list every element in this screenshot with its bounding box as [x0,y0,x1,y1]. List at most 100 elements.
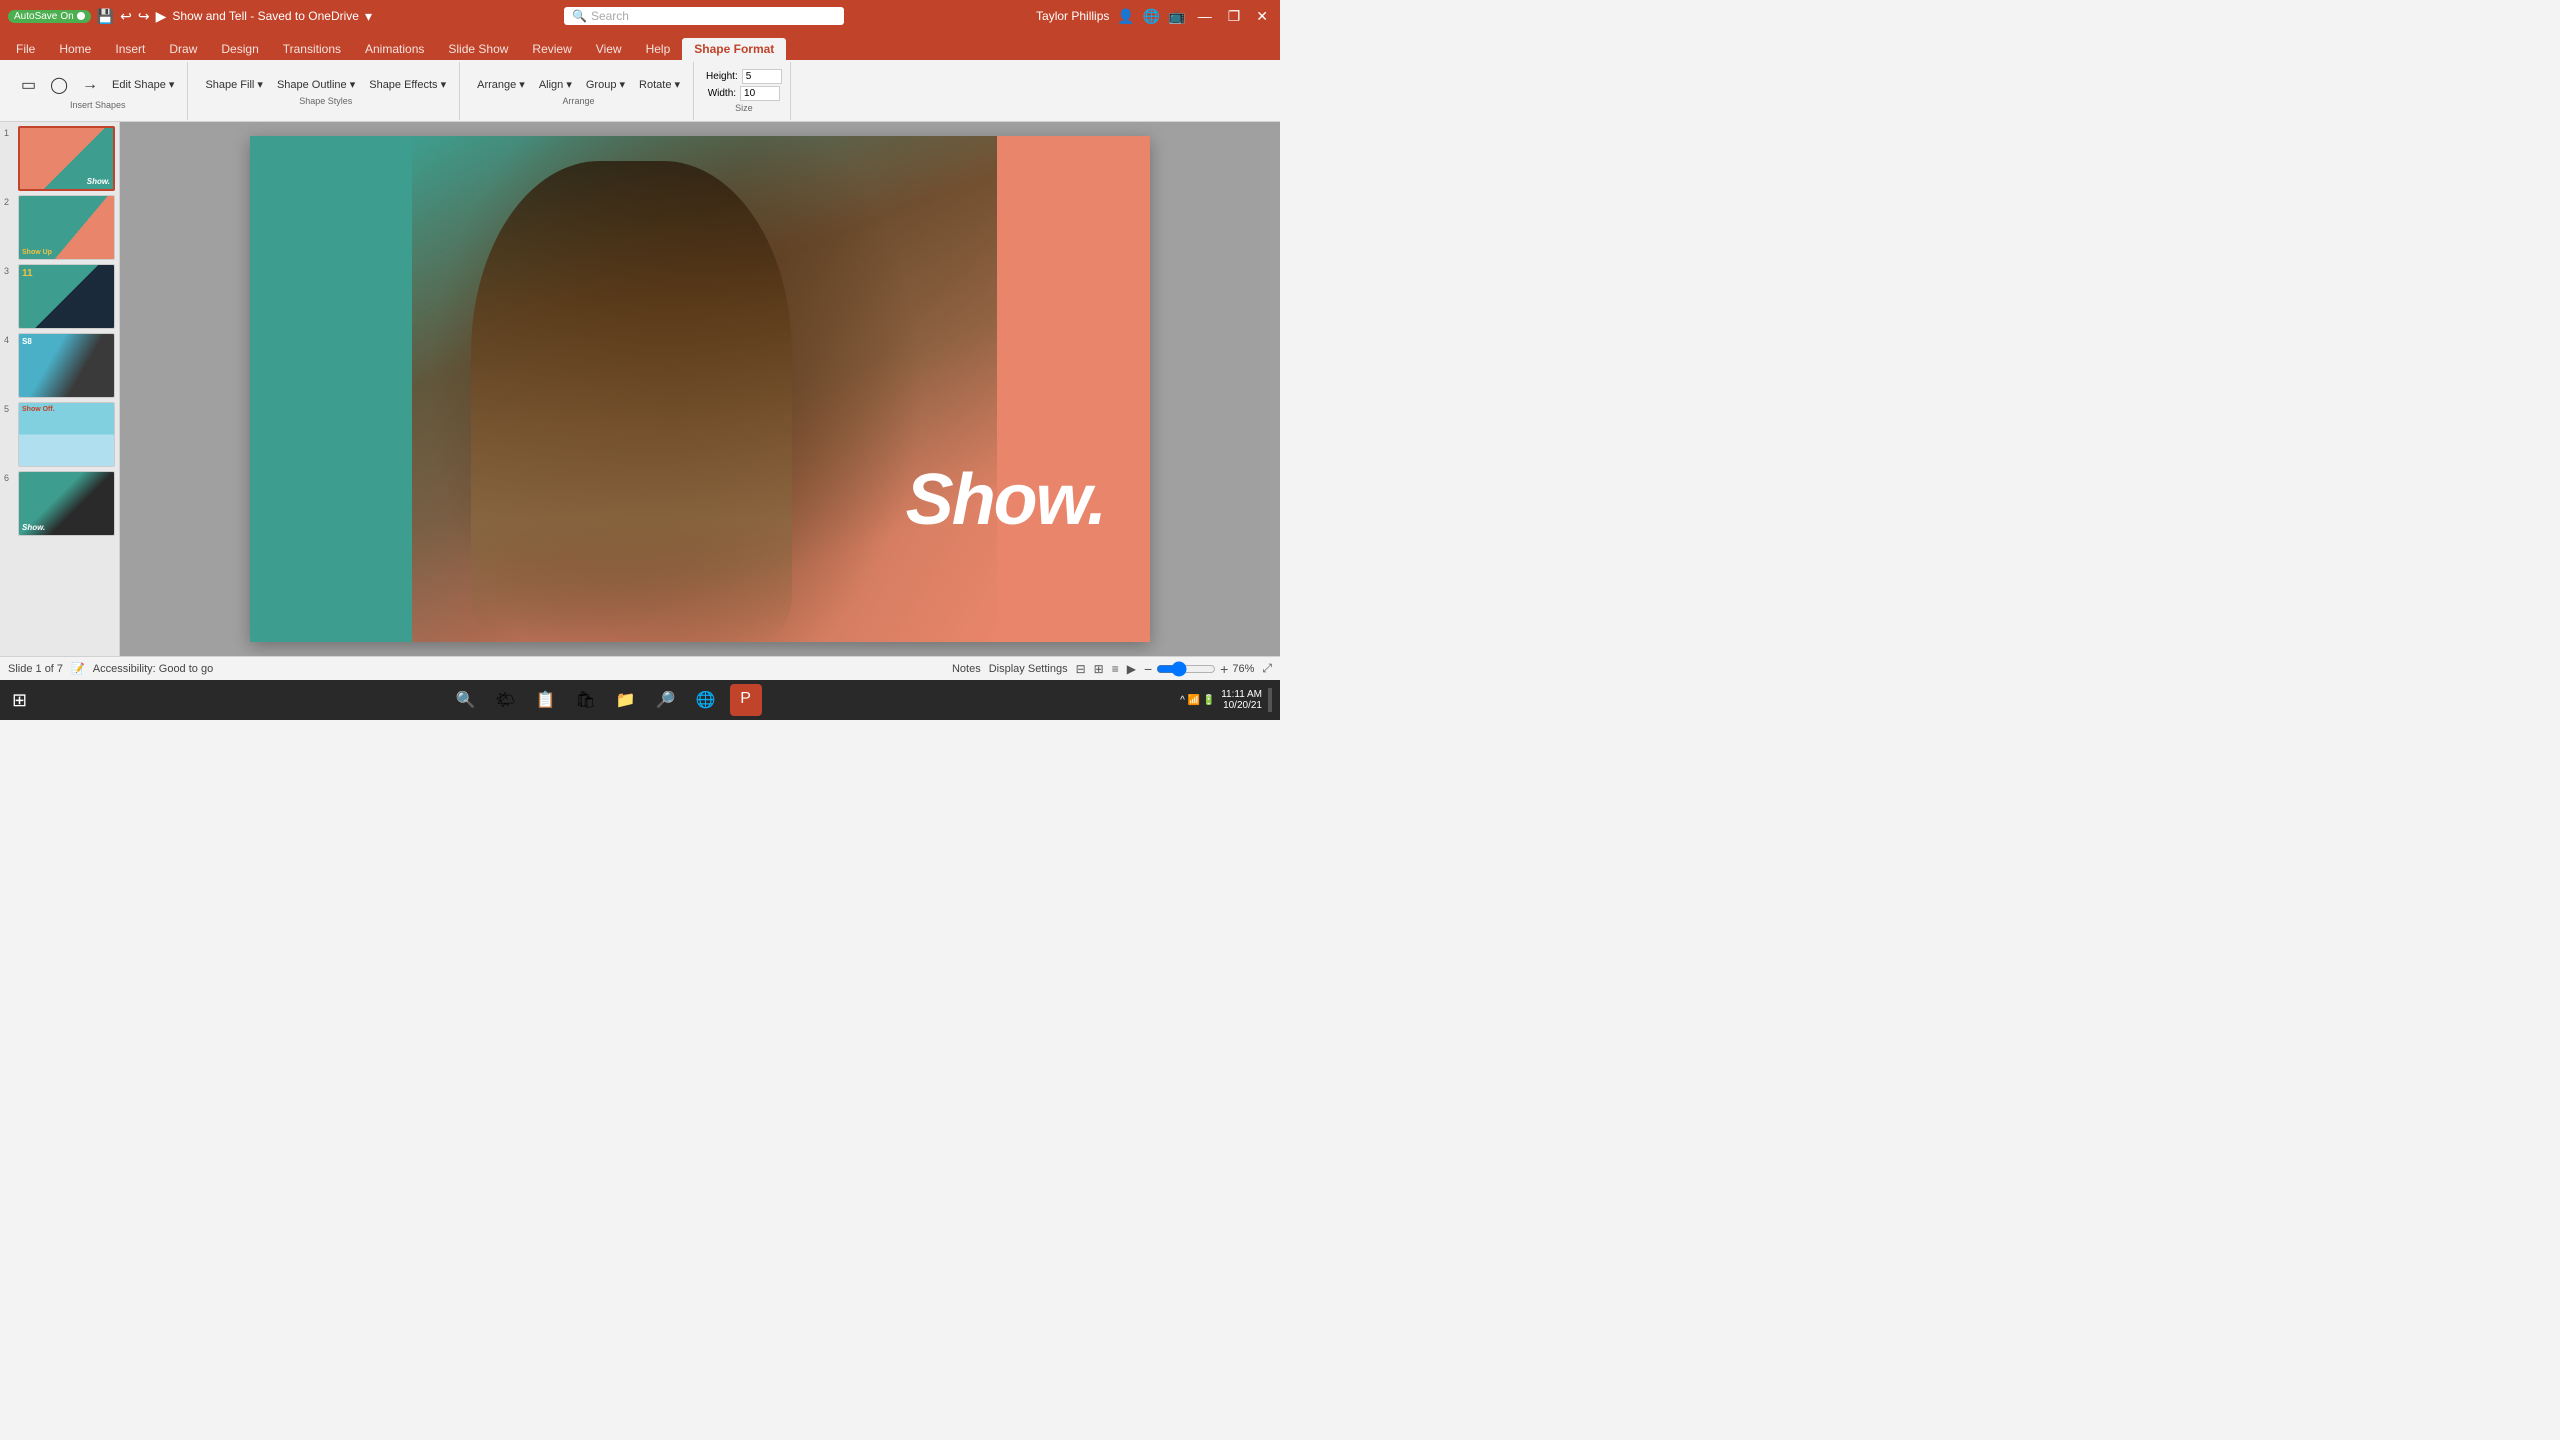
edit-shape-btn[interactable]: Edit Shape ▾ [107,75,179,94]
undo-icon[interactable]: ↩ [120,8,132,25]
reading-view-icon[interactable]: ≡ [1112,662,1119,676]
height-input[interactable] [742,69,782,84]
taskbar-widgets[interactable]: 🌤 [490,684,522,716]
slide-photo[interactable] [412,136,997,642]
slide-number-4: 4 [4,333,14,345]
shape-effects-btn[interactable]: Shape Effects ▾ [364,75,451,94]
search-bar[interactable]: 🔍 Search [564,7,844,25]
canvas-area: Show. [120,122,1280,656]
autosave-toggle[interactable]: AutoSave On [8,10,91,23]
slide-thumb-4[interactable]: S8 [18,333,115,398]
zoom-controls: − + 76% [1144,661,1254,677]
tab-help[interactable]: Help [634,38,683,60]
save-icon[interactable]: 💾 [97,8,114,25]
minimize-button[interactable]: — [1194,8,1216,24]
tab-view[interactable]: View [584,38,634,60]
ribbon-row-width: Width: [708,86,780,101]
slide-canvas[interactable]: Show. [250,136,1150,642]
tab-review[interactable]: Review [520,38,583,60]
display-icon[interactable]: 📺 [1168,8,1185,25]
status-left: Slide 1 of 7 📝 Accessibility: Good to go [8,662,213,675]
ribbon-group-arrange: Arrange ▾ Align ▾ Group ▾ Rotate ▾ Arran… [464,62,694,120]
taskbar-powerpoint[interactable]: P [730,684,762,716]
close-button[interactable]: ✕ [1252,8,1272,25]
zoom-slider[interactable] [1156,661,1216,677]
group-btn[interactable]: Group ▾ [581,75,630,94]
tab-insert[interactable]: Insert [103,38,157,60]
slide-thumb-1[interactable]: Show. [18,126,115,191]
slide-item-4[interactable]: 4 S8 [4,333,115,398]
slide-thumb-3[interactable]: 11 [18,264,115,329]
taskbar-store[interactable]: 🛍 [570,684,602,716]
align-btn[interactable]: Align ▾ [534,75,577,94]
autosave-state: On [60,11,73,22]
redo-icon[interactable]: ↪ [138,8,150,25]
taskbar-explorer[interactable]: 📁 [610,684,642,716]
title-bar-right: Taylor Phillips 👤 🌐 📺 — ❐ ✕ [1036,8,1272,25]
shape-arrow-btn[interactable]: → [77,73,103,97]
search-icon: 🔍 [572,9,587,23]
taskbar-search2[interactable]: 🔎 [650,684,682,716]
windows-start-button[interactable]: ⊞ [8,686,31,715]
slide-item-6[interactable]: 6 Show. [4,471,115,536]
toggle-dot [77,12,85,20]
slide-number-2: 2 [4,195,14,207]
taskbar-teams[interactable]: 📋 [530,684,562,716]
tab-draw[interactable]: Draw [157,38,209,60]
tab-slideshow[interactable]: Slide Show [436,38,520,60]
shape-fill-btn[interactable]: Shape Fill ▾ [200,75,268,94]
taskbar-search[interactable]: 🔍 [450,684,482,716]
normal-view-icon[interactable]: ⊟ [1076,662,1086,676]
shape-rect-btn[interactable]: ▭ [16,72,41,98]
zoom-out-button[interactable]: − [1144,661,1152,677]
autosave-label: AutoSave [14,11,57,22]
restore-button[interactable]: ❐ [1224,8,1245,25]
slide-item-5[interactable]: 5 Show Off. [4,402,115,467]
tab-home[interactable]: Home [47,38,103,60]
notes-button[interactable]: Notes [952,663,981,675]
show-desktop-button[interactable] [1268,688,1272,712]
slide-item-2[interactable]: 2 Show Up [4,195,115,260]
rotate-btn[interactable]: Rotate ▾ [634,75,685,94]
tab-animations[interactable]: Animations [353,38,436,60]
slide-item-3[interactable]: 3 11 [4,264,115,329]
shape-oval-btn[interactable]: ◯ [45,72,73,98]
ribbon-group-shape-styles-label: Shape Styles [299,96,352,106]
tab-design[interactable]: Design [209,38,270,60]
present-icon[interactable]: ▶ [156,8,167,25]
tab-file[interactable]: File [4,38,47,60]
slide-4-text: S8 [22,337,32,346]
grid-view-icon[interactable]: ⊞ [1094,662,1104,676]
user-avatar[interactable]: 👤 [1117,8,1134,25]
slide-number-5: 5 [4,402,14,414]
slide-thumb-5[interactable]: Show Off. [18,402,115,467]
taskbar-center: 🔍 🌤 📋 🛍 📁 🔎 🌐 P [450,684,762,716]
title-bar: AutoSave On 💾 ↩ ↪ ▶ Show and Tell - Save… [0,0,1280,32]
dropdown-icon[interactable]: ▾ [365,8,372,25]
taskbar: ⊞ 🔍 🌤 📋 🛍 📁 🔎 🌐 P ^ 📶 🔋 11:11 AM 10/20/2… [0,680,1280,720]
slide-number-1: 1 [4,126,14,138]
ribbon-tabs: File Home Insert Draw Design Transitions… [0,32,1280,60]
slide-item-1[interactable]: 1 Show. [4,126,115,191]
taskbar-right: ^ 📶 🔋 11:11 AM 10/20/21 [1180,688,1272,712]
shape-outline-btn[interactable]: Shape Outline ▾ [272,75,360,94]
slide-thumb-2[interactable]: Show Up [18,195,115,260]
width-input[interactable] [740,86,780,101]
ribbon-group-size: Height: Width: Size [698,62,791,120]
slide-5-text: Show Off. [22,406,55,413]
status-right: Notes Display Settings ⊟ ⊞ ≡ ▶ − + 76% ⤢ [952,661,1272,677]
taskbar-edge[interactable]: 🌐 [690,684,722,716]
tab-shape-format[interactable]: Shape Format [682,38,786,60]
ribbon-row-shapes: ▭ ◯ → Edit Shape ▾ [16,72,179,98]
status-bar: Slide 1 of 7 📝 Accessibility: Good to go… [0,656,1280,680]
arrange-btn[interactable]: Arrange ▾ [472,75,530,94]
height-label: Height: [706,71,738,82]
present-icon[interactable]: ▶ [1127,662,1136,676]
ribbon-group-insert-shapes: ▭ ◯ → Edit Shape ▾ Insert Shapes [8,62,188,120]
tab-transitions[interactable]: Transitions [271,38,353,60]
slide-thumb-6[interactable]: Show. [18,471,115,536]
fit-icon[interactable]: ⤢ [1262,661,1272,676]
zoom-in-button[interactable]: + [1220,661,1228,677]
slide-number-6: 6 [4,471,14,483]
display-settings-button[interactable]: Display Settings [989,663,1068,675]
